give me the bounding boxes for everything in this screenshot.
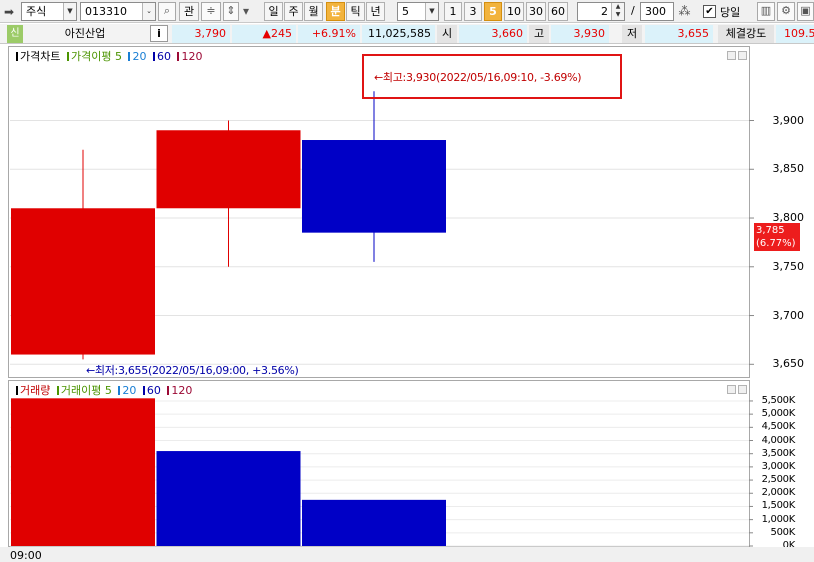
candle-body [156,130,301,209]
volume-bar [11,398,155,546]
volume-bar [302,499,446,546]
low-annotation: ←최저:3,655(2022/05/16,09:00, +3.56%) [86,364,299,377]
volume-tick-label: 4,500K [761,421,796,433]
price-axis: 3,900 3,850 3,800 3,750 3,700 3,650 [750,46,814,378]
volume-tick-label: 500K [770,526,796,538]
volume-tick-label: 2,000K [761,487,796,499]
volume-tick-label: 1,000K [761,513,796,525]
volume-tick-label: 5,000K [761,408,796,420]
time-axis [0,547,814,562]
price-tick-label: 3,650 [772,357,805,371]
volume-bar [156,451,301,546]
volume-tick-label: 3,000K [761,460,796,472]
price-tick-label: 3,700 [772,308,805,322]
current-price-rate: (6.77%) [756,238,796,249]
volume-axis: 5,500K 5,000K 4,500K 4,000K 3,500K 3,000K 2,50… [750,380,814,550]
time-label: 09:00 [10,549,42,562]
volume-tick-label: 2,500K [761,474,796,486]
price-tick-label: 3,900 [772,113,805,127]
high-highlight-box [362,54,622,99]
price-tick-label: 3,750 [772,259,805,273]
volume-tick-label: 4,000K [761,434,796,446]
volume-tick-label: 3,500K [761,447,796,459]
candle-body [302,140,446,233]
candle-body [11,208,155,355]
volume-tick-label: 5,500K [761,394,796,406]
volume-tick-label: 1,500K [761,500,796,512]
price-tick-label: 3,850 [772,162,805,176]
current-price-marker: 3,785 (6.77%) [754,223,800,251]
current-price-value: 3,785 [756,225,785,236]
